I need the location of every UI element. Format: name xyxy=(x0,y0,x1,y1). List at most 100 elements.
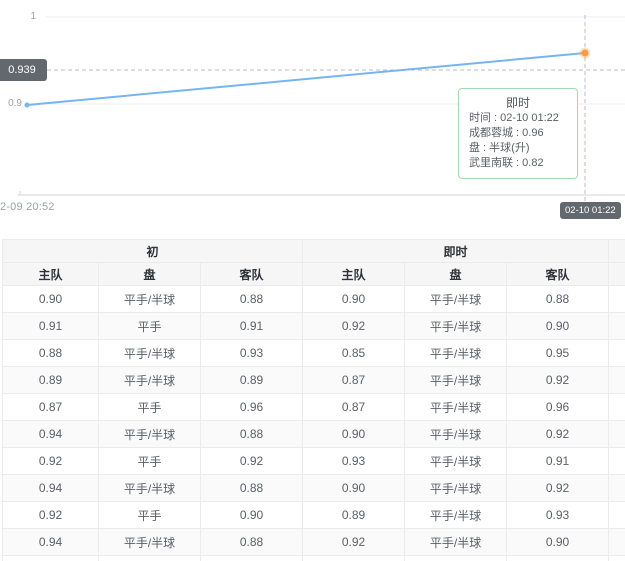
away-odds-cell: 0.96 xyxy=(507,394,609,421)
empty-cell xyxy=(609,556,625,561)
home-odds-cell: 0.92 xyxy=(3,502,99,529)
home-odds-cell: 0.94 xyxy=(3,475,99,502)
home-odds-cell: 0.89 xyxy=(3,367,99,394)
handicap-cell: 平手/半球 xyxy=(405,502,507,529)
away-odds-cell: 0.88 xyxy=(201,286,303,313)
handicap-cell: 平手/半球 xyxy=(99,340,201,367)
cutoff-cell xyxy=(609,286,625,313)
group-header-cutoff xyxy=(609,240,625,263)
handicap-cell: 平手/半球 xyxy=(405,448,507,475)
away-odds-cell: 0.88 xyxy=(201,529,303,556)
handicap-cell: 平手/半球 xyxy=(405,529,507,556)
away-odds-cell: 0.92 xyxy=(507,421,609,448)
handicap-cell: 平手/半球 xyxy=(405,340,507,367)
handicap-cell: 平手/半球 xyxy=(405,367,507,394)
column-header-row: 主队 盘 客队 主队 盘 客队 xyxy=(3,263,625,286)
group-header-realtime: 即时 xyxy=(303,240,609,263)
handicap-cell: 平手/半球 xyxy=(99,286,201,313)
away-odds-cell: 0.95 xyxy=(507,340,609,367)
table-row: 0.92平手0.920.93平手/半球0.91 xyxy=(3,448,625,475)
table-row: 0.94平手/半球0.880.92平手/半球0.90 xyxy=(3,529,625,556)
table-row: 0.90平手/半球0.880.90平手/半球0.88 xyxy=(3,286,625,313)
empty-cell xyxy=(3,556,99,561)
handicap-cell: 平手/半球 xyxy=(99,475,201,502)
table-row: 0.94平手/半球0.880.90平手/半球0.92 xyxy=(3,421,625,448)
handicap-cell: 平手 xyxy=(99,502,201,529)
cutoff-cell xyxy=(609,529,625,556)
home-odds-cell: 0.91 xyxy=(3,313,99,340)
away-odds-cell: 0.90 xyxy=(201,502,303,529)
y-axis-pointer-badge: 0.939 xyxy=(0,59,47,81)
col-header-handicap: 盘 xyxy=(99,263,201,286)
col-header-handicap: 盘 xyxy=(405,263,507,286)
away-odds-cell: 0.93 xyxy=(507,502,609,529)
handicap-cell: 平手/半球 xyxy=(405,394,507,421)
col-header-away: 客队 xyxy=(201,263,303,286)
home-odds-cell: 0.90 xyxy=(303,475,405,502)
home-odds-cell: 0.94 xyxy=(3,421,99,448)
cutoff-cell xyxy=(609,448,625,475)
empty-cell xyxy=(303,556,405,561)
tooltip-time-line: 时间 : 02-10 01:22 xyxy=(469,111,567,126)
empty-cell xyxy=(405,556,507,561)
tooltip-title: 即时 xyxy=(469,95,567,111)
x-axis-pointer-badge: 02-10 01:22 xyxy=(560,202,621,219)
away-odds-cell: 0.88 xyxy=(201,421,303,448)
cutoff-cell xyxy=(609,340,625,367)
col-header-home: 主队 xyxy=(303,263,405,286)
handicap-cell: 平手/半球 xyxy=(99,367,201,394)
tooltip-home-line: 成都蓉城 : 0.96 xyxy=(469,126,567,141)
home-odds-cell: 0.93 xyxy=(303,448,405,475)
away-odds-cell: 0.92 xyxy=(507,475,609,502)
cutoff-cell xyxy=(609,367,625,394)
table-row: 0.89平手/半球0.890.87平手/半球0.92 xyxy=(3,367,625,394)
series-end-point[interactable] xyxy=(582,50,589,57)
y-axis-label-0-9: 0.9 xyxy=(2,98,22,109)
away-odds-cell: 0.92 xyxy=(507,367,609,394)
table-row: 0.87平手0.960.87平手/半球0.96 xyxy=(3,394,625,421)
odds-page: 1 0.9 0.939 2-09 20:52 02-10 01:22 即时 时间… xyxy=(0,0,625,561)
table-row: 0.92平手0.900.89平手/半球0.93 xyxy=(3,502,625,529)
tooltip-away-line: 武里南联 : 0.82 xyxy=(469,156,567,171)
home-odds-cell: 0.90 xyxy=(3,286,99,313)
col-header-away: 客队 xyxy=(507,263,609,286)
odds-line-chart[interactable]: 1 0.9 0.939 2-09 20:52 02-10 01:22 即时 时间… xyxy=(0,0,625,239)
away-odds-cell: 0.93 xyxy=(201,340,303,367)
empty-cell xyxy=(201,556,303,561)
handicap-cell: 平手/半球 xyxy=(405,313,507,340)
away-odds-cell: 0.89 xyxy=(201,367,303,394)
handicap-cell: 平手 xyxy=(99,313,201,340)
odds-table: 初 即时 主队 盘 客队 主队 盘 客队 0.90平手/半球0.880.90平手… xyxy=(2,239,625,561)
handicap-cell: 平手/半球 xyxy=(99,529,201,556)
home-odds-cell: 0.90 xyxy=(303,286,405,313)
home-odds-cell: 0.92 xyxy=(303,529,405,556)
series-start-point[interactable] xyxy=(25,103,30,108)
cutoff-cell xyxy=(609,475,625,502)
away-odds-cell: 0.90 xyxy=(507,529,609,556)
away-odds-cell: 0.90 xyxy=(507,313,609,340)
home-odds-cell: 0.88 xyxy=(3,340,99,367)
col-header-home: 主队 xyxy=(3,263,99,286)
cutoff-cell xyxy=(609,421,625,448)
group-header-row: 初 即时 xyxy=(3,240,625,263)
group-header-initial: 初 xyxy=(3,240,303,263)
cutoff-cell xyxy=(609,313,625,340)
away-odds-cell: 0.96 xyxy=(201,394,303,421)
table-row: 0.94平手/半球0.880.90平手/半球0.92 xyxy=(3,475,625,502)
odds-table-container: 初 即时 主队 盘 客队 主队 盘 客队 0.90平手/半球0.880.90平手… xyxy=(2,239,625,561)
away-odds-cell: 0.91 xyxy=(201,313,303,340)
handicap-cell: 平手/半球 xyxy=(99,421,201,448)
home-odds-cell: 0.87 xyxy=(303,367,405,394)
away-odds-cell: 0.92 xyxy=(201,448,303,475)
home-odds-cell: 0.87 xyxy=(3,394,99,421)
handicap-cell: 平手/半球 xyxy=(405,286,507,313)
table-row-partial xyxy=(3,556,625,561)
table-row: 0.88平手/半球0.930.85平手/半球0.95 xyxy=(3,340,625,367)
home-odds-cell: 0.92 xyxy=(303,313,405,340)
handicap-cell: 平手/半球 xyxy=(405,421,507,448)
cutoff-cell xyxy=(609,394,625,421)
empty-cell xyxy=(507,556,609,561)
chart-tooltip: 即时 时间 : 02-10 01:22 成都蓉城 : 0.96 盘 : 半球(升… xyxy=(458,88,578,179)
home-odds-cell: 0.90 xyxy=(303,421,405,448)
col-header-cutoff xyxy=(609,263,625,286)
